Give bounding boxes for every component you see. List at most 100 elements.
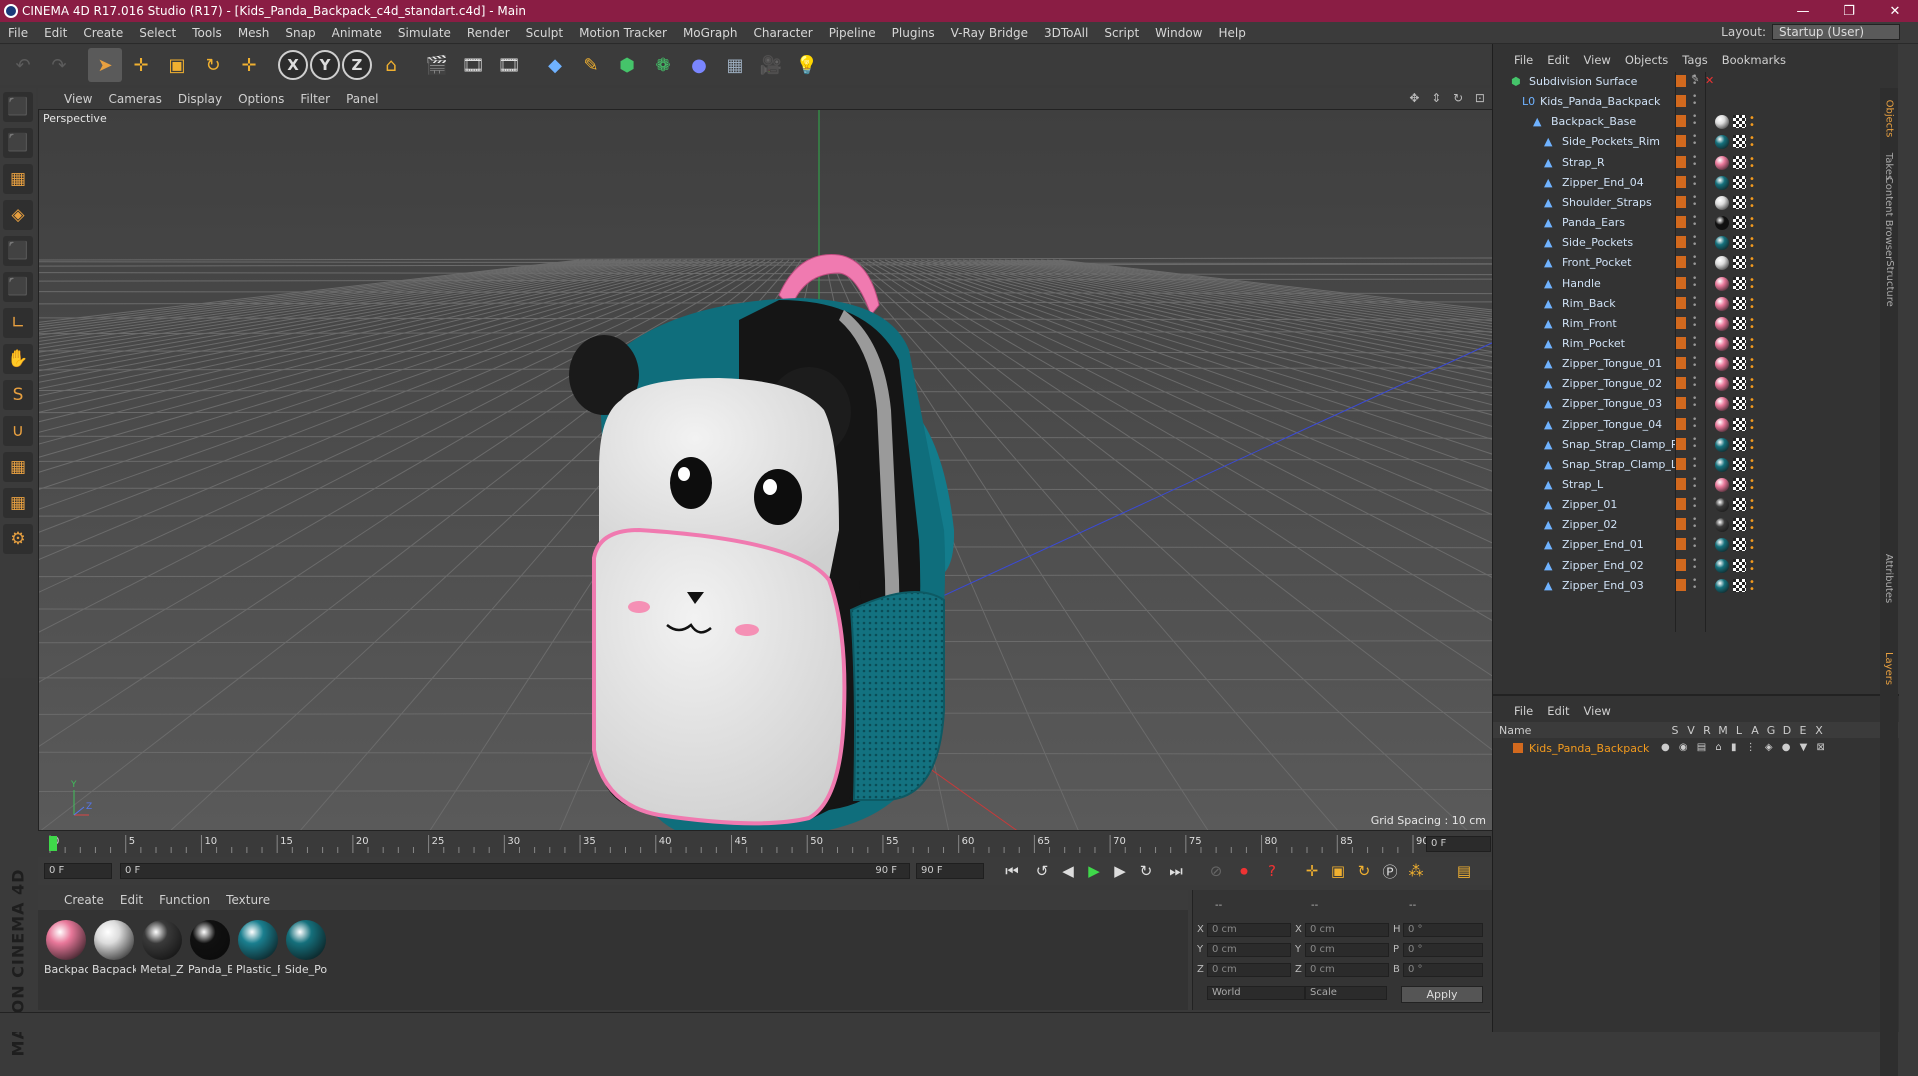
phong-tag-icon[interactable]: • •: [1749, 396, 1757, 413]
object-name[interactable]: Zipper_Tongue_02: [1562, 377, 1662, 390]
material-tag-icon[interactable]: [1715, 155, 1729, 170]
material-swatch[interactable]: Backpac: [44, 920, 88, 976]
uvw-tag-icon[interactable]: [1733, 437, 1746, 451]
visibility-dots[interactable]: • •: [1692, 576, 1697, 592]
layer-color-tag[interactable]: [1676, 397, 1686, 410]
object-name[interactable]: Side_Pockets_Rim: [1562, 135, 1660, 148]
visibility-dots[interactable]: • •: [1692, 254, 1697, 270]
object-row[interactable]: ▲ Snap_Strap_Clamp_R • • • •: [1493, 435, 1899, 455]
layer-color-tag[interactable]: [1676, 578, 1686, 591]
object-row[interactable]: L0 Kids_Panda_Backpack • •: [1493, 92, 1899, 112]
viewport-menu-view[interactable]: View: [56, 92, 100, 106]
layer-color-tag[interactable]: [1676, 75, 1686, 87]
left-tool-icon[interactable]: ▦: [3, 488, 33, 518]
layer-column-e[interactable]: E: [1795, 724, 1811, 737]
layer-color-tag[interactable]: [1676, 558, 1686, 571]
z-axis-lock-button[interactable]: Z: [342, 50, 372, 80]
material-tag-icon[interactable]: [1715, 236, 1729, 251]
position-field[interactable]: 0 cm: [1207, 943, 1291, 957]
layer-color-tag[interactable]: [1676, 437, 1686, 450]
object-name[interactable]: Zipper_Tongue_01: [1562, 357, 1662, 370]
menu-animate[interactable]: Animate: [324, 26, 390, 40]
layer-color-tag[interactable]: [1676, 95, 1686, 108]
material-tag-icon[interactable]: [1715, 357, 1729, 372]
material-tag-icon[interactable]: [1715, 296, 1729, 311]
uvw-tag-icon[interactable]: [1733, 397, 1746, 411]
layer-row[interactable]: Kids_Panda_Backpack ● ◉ ▤ ⌂ ▮ ⋮ ◈ ● ▼ ⊠: [1493, 740, 1899, 758]
visibility-dots[interactable]: • •: [1692, 355, 1697, 371]
record-keys-icon[interactable]: ⏺: [1232, 859, 1256, 883]
layer-column-v[interactable]: V: [1683, 724, 1699, 737]
subdivision-surface-icon[interactable]: ⬢: [610, 48, 644, 82]
layer-color-tag[interactable]: [1676, 478, 1686, 490]
object-row[interactable]: ▲ Backpack_Base • • • •: [1493, 112, 1899, 132]
object-row[interactable]: ▲ Zipper_End_01 • • • •: [1493, 535, 1899, 555]
spline-pen-icon[interactable]: ✎: [574, 48, 608, 82]
left-tool-icon[interactable]: ⬛: [3, 128, 33, 158]
visibility-dots[interactable]: • •: [1692, 314, 1697, 330]
transform-tool-icon[interactable]: ✛: [232, 48, 266, 82]
menu-edit[interactable]: Edit: [36, 26, 75, 40]
uvw-tag-icon[interactable]: [1733, 457, 1746, 471]
perspective-viewport[interactable]: Y Z Perspective Grid Spacing : 10 cm: [38, 109, 1493, 831]
menu-window[interactable]: Window: [1147, 26, 1210, 40]
object-row[interactable]: ▲ Strap_L • • • •: [1493, 475, 1899, 495]
material-tag-icon[interactable]: [1715, 558, 1729, 573]
layer-color-tag[interactable]: [1676, 155, 1686, 168]
visibility-dots[interactable]: • •: [1692, 153, 1697, 169]
phong-tag-icon[interactable]: • •: [1749, 295, 1757, 312]
layout-dropdown[interactable]: Startup (User): [1772, 24, 1900, 40]
layer-color-tag[interactable]: [1676, 236, 1686, 249]
layer-color-tag[interactable]: [1676, 336, 1686, 349]
menu-file[interactable]: File: [0, 26, 36, 40]
visibility-dots[interactable]: • •: [1692, 113, 1697, 129]
phong-tag-icon[interactable]: • •: [1749, 215, 1757, 232]
disable-x-icon[interactable]: ✕: [1705, 74, 1714, 87]
layer-column-s[interactable]: S: [1667, 724, 1683, 737]
left-tool-icon[interactable]: ▦: [3, 164, 33, 194]
uvw-tag-icon[interactable]: [1733, 316, 1746, 330]
viewport-menu-filter[interactable]: Filter: [292, 92, 338, 106]
uvw-tag-icon[interactable]: [1733, 175, 1746, 189]
layer-color-tag[interactable]: [1676, 135, 1686, 148]
object-menu-tags[interactable]: Tags: [1675, 53, 1714, 67]
object-row[interactable]: ▲ Rim_Back • • • •: [1493, 294, 1899, 314]
phong-tag-icon[interactable]: • •: [1749, 255, 1757, 272]
material-tag-icon[interactable]: [1715, 316, 1729, 331]
phong-tag-icon[interactable]: • •: [1749, 436, 1757, 453]
menu-render[interactable]: Render: [459, 26, 518, 40]
material-menu-function[interactable]: Function: [151, 893, 218, 907]
object-name[interactable]: Strap_R: [1562, 156, 1605, 169]
material-tag-icon[interactable]: [1715, 175, 1729, 190]
playhead-marker[interactable]: [49, 836, 57, 851]
phong-tag-icon[interactable]: • •: [1749, 416, 1757, 433]
uvw-tag-icon[interactable]: [1733, 558, 1746, 572]
viewport-menu-display[interactable]: Display: [170, 92, 230, 106]
render-picture-viewer-icon[interactable]: 🎞: [456, 48, 490, 82]
material-tag-icon[interactable]: [1715, 115, 1729, 130]
key-rotation-icon[interactable]: ↻: [1352, 859, 1376, 883]
subdivision-edit-icon[interactable]: ✎: [1691, 74, 1699, 85]
uvw-tag-icon[interactable]: [1733, 578, 1746, 592]
layer-color-tag[interactable]: [1676, 216, 1686, 229]
material-tag-icon[interactable]: [1715, 417, 1729, 432]
phong-tag-icon[interactable]: • •: [1749, 134, 1757, 151]
layer-color-tag[interactable]: [1676, 296, 1686, 309]
visibility-dots[interactable]: • •: [1692, 496, 1697, 512]
phong-tag-icon[interactable]: • •: [1749, 315, 1757, 332]
phong-tag-icon[interactable]: • •: [1749, 497, 1757, 514]
uvw-tag-icon[interactable]: [1733, 296, 1746, 310]
visibility-dots[interactable]: • •: [1692, 556, 1697, 572]
uvw-tag-icon[interactable]: [1733, 276, 1746, 290]
menu-3dtoall[interactable]: 3DToAll: [1036, 26, 1096, 40]
move-tool-icon[interactable]: ✛: [124, 48, 158, 82]
object-name[interactable]: Zipper_01: [1562, 498, 1617, 511]
material-tag-icon[interactable]: [1715, 538, 1729, 553]
phong-tag-icon[interactable]: • •: [1749, 114, 1757, 131]
visibility-dots[interactable]: • •: [1692, 234, 1697, 250]
object-name[interactable]: Zipper_End_04: [1562, 176, 1644, 189]
material-tag-icon[interactable]: [1715, 437, 1729, 452]
phong-tag-icon[interactable]: • •: [1749, 275, 1757, 292]
key-pla-icon[interactable]: ⁂: [1404, 859, 1428, 883]
visibility-dots[interactable]: • •: [1692, 375, 1697, 391]
